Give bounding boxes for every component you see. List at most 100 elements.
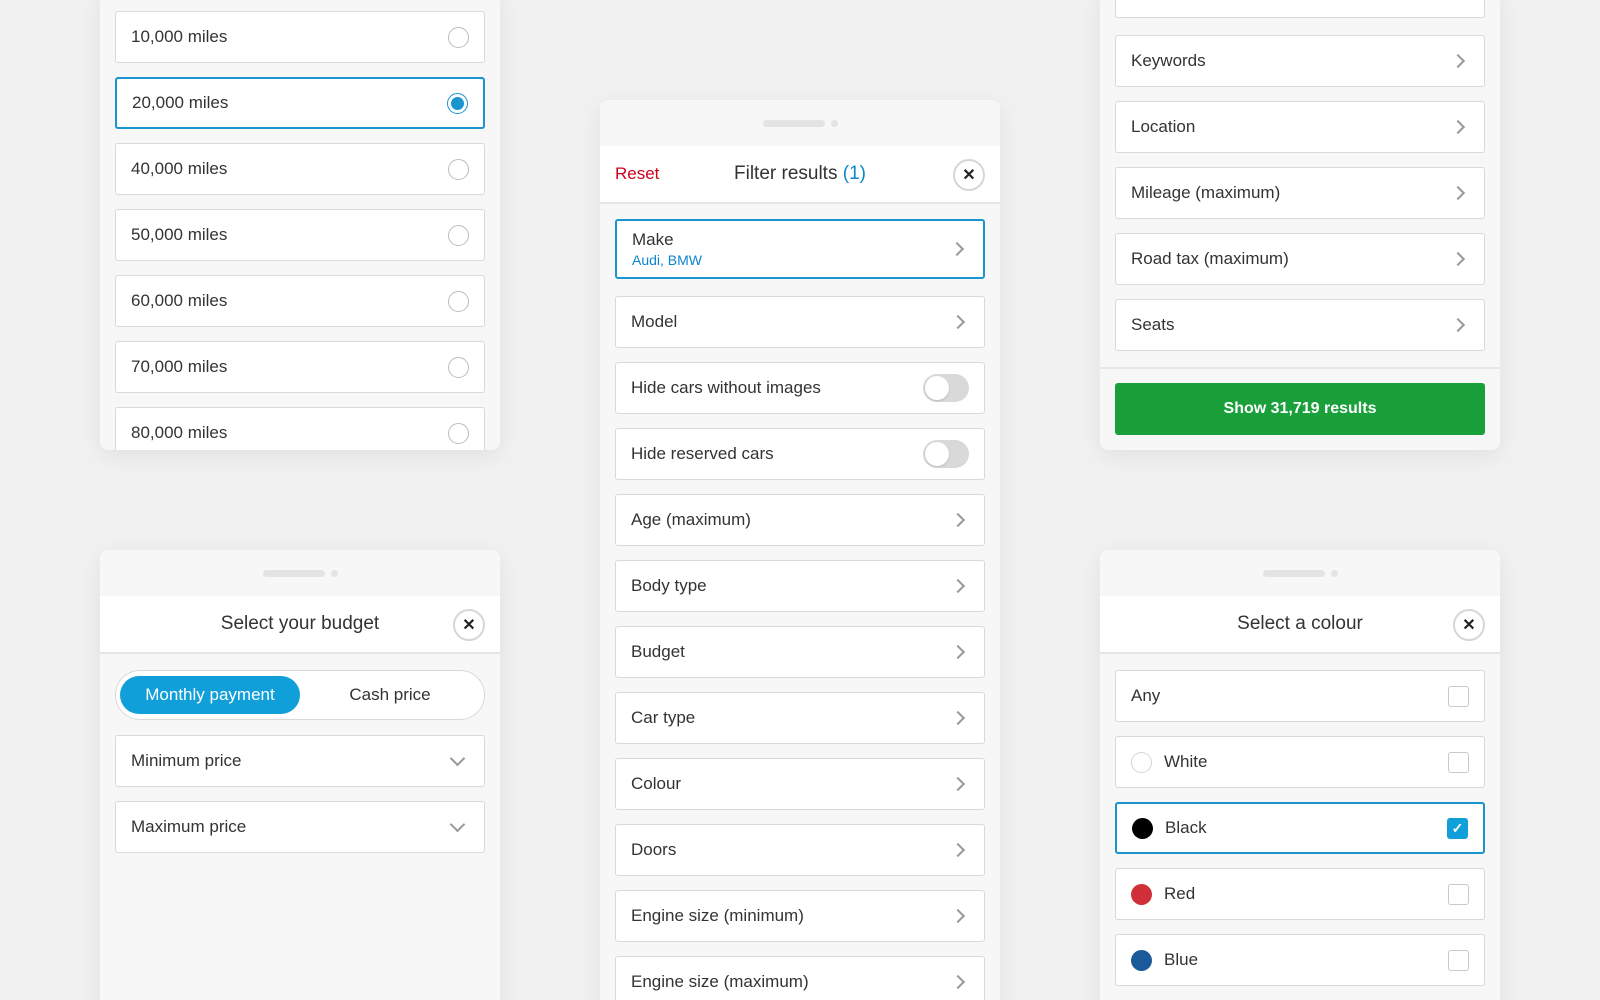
budget-header: Select your budget ✕ bbox=[100, 596, 500, 654]
mileage-option[interactable]: 10,000 miles bbox=[115, 11, 485, 63]
filter-item-label: Keywords bbox=[1131, 51, 1206, 70]
chevron-right-icon bbox=[949, 241, 965, 257]
mileage-option[interactable]: 70,000 miles bbox=[115, 341, 485, 393]
colour-option-red[interactable]: Red bbox=[1115, 868, 1485, 920]
maximum-price-select[interactable]: Maximum price bbox=[115, 801, 485, 853]
model-filter[interactable]: Model bbox=[615, 296, 985, 348]
mileage-option-label: 10,000 miles bbox=[131, 27, 228, 46]
chevron-right-icon bbox=[950, 776, 966, 792]
filter-item-label: Doors bbox=[631, 840, 677, 859]
mileage-option[interactable]: 40,000 miles bbox=[115, 143, 485, 195]
radio-button[interactable] bbox=[448, 356, 469, 378]
chevron-right-icon bbox=[1450, 317, 1466, 333]
checkbox-checked[interactable]: ✓ bbox=[1447, 817, 1468, 839]
blue-swatch bbox=[1131, 949, 1152, 971]
filter-item-body-type[interactable]: Body type bbox=[615, 560, 985, 612]
filter-item-road-tax[interactable]: Road tax (maximum) bbox=[1115, 233, 1485, 285]
red-swatch bbox=[1131, 883, 1152, 905]
checkbox[interactable] bbox=[1448, 685, 1469, 707]
mileage-option-selected[interactable]: 20,000 miles bbox=[115, 77, 485, 129]
colour-panel: Select a colour ✕ Any White Black ✓ Red … bbox=[1100, 550, 1500, 1000]
drag-handle[interactable] bbox=[100, 550, 500, 596]
radio-button[interactable] bbox=[448, 290, 469, 312]
budget-title: Select your budget bbox=[220, 613, 380, 634]
filter-item-engine-min[interactable]: Engine size (minimum) bbox=[615, 890, 985, 942]
minimum-price-label: Minimum price bbox=[131, 751, 242, 770]
checkbox[interactable] bbox=[1448, 751, 1469, 773]
maximum-price-label: Maximum price bbox=[131, 817, 247, 836]
hide-no-images-label: Hide cars without images bbox=[631, 378, 821, 397]
tab-monthly-payment[interactable]: Monthly payment bbox=[120, 676, 300, 714]
colour-option-white[interactable]: White bbox=[1115, 736, 1485, 788]
hide-reserved-toggle[interactable] bbox=[923, 440, 969, 468]
model-label: Model bbox=[631, 312, 678, 331]
colour-option-any[interactable]: Any bbox=[1115, 670, 1485, 722]
filter-item-location[interactable]: Location bbox=[1115, 101, 1485, 153]
filter-item-partial[interactable] bbox=[1115, 0, 1485, 18]
radio-button[interactable] bbox=[448, 224, 469, 246]
colour-option-black[interactable]: Black ✓ bbox=[1115, 802, 1485, 854]
drag-bar bbox=[262, 569, 325, 577]
make-stack: Make Audi, BMW bbox=[632, 230, 952, 268]
filter-title-text: Filter results bbox=[734, 163, 838, 184]
radio-button[interactable] bbox=[448, 422, 469, 444]
filter-header: Reset Filter results (1) ✕ bbox=[600, 146, 1000, 204]
chevron-right-icon bbox=[950, 314, 966, 330]
more-filters-panel: Keywords Location Mileage (maximum) Road… bbox=[1100, 0, 1500, 450]
make-label: Make bbox=[632, 230, 674, 249]
mileage-option-label: 80,000 miles bbox=[131, 423, 228, 442]
reset-button[interactable]: Reset bbox=[615, 164, 659, 184]
drag-handle[interactable] bbox=[600, 100, 1000, 146]
filter-item-colour[interactable]: Colour bbox=[615, 758, 985, 810]
chevron-right-icon bbox=[950, 578, 966, 594]
white-swatch bbox=[1131, 751, 1152, 773]
filter-item-doors[interactable]: Doors bbox=[615, 824, 985, 876]
close-icon[interactable]: ✕ bbox=[453, 609, 485, 641]
colour-option-label: White bbox=[1164, 752, 1208, 771]
divider bbox=[1100, 367, 1500, 369]
close-icon[interactable]: ✕ bbox=[1453, 609, 1485, 641]
make-value: Audi, BMW bbox=[632, 252, 703, 268]
mileage-option[interactable]: 50,000 miles bbox=[115, 209, 485, 261]
radio-button-selected[interactable] bbox=[447, 92, 468, 114]
hide-reserved-row: Hide reserved cars bbox=[615, 428, 985, 480]
mileage-option-label: 70,000 miles bbox=[131, 357, 228, 376]
filter-panel: Reset Filter results (1) ✕ Make Audi, BM… bbox=[600, 100, 1000, 1000]
colour-option-blue[interactable]: Blue bbox=[1115, 934, 1485, 986]
filter-item-car-type[interactable]: Car type bbox=[615, 692, 985, 744]
filter-count: (1) bbox=[842, 163, 866, 184]
chevron-down-icon bbox=[449, 750, 466, 766]
filter-item-age[interactable]: Age (maximum) bbox=[615, 494, 985, 546]
tab-cash-price[interactable]: Cash price bbox=[300, 676, 480, 714]
drag-bar bbox=[762, 119, 825, 127]
mileage-option[interactable]: 60,000 miles bbox=[115, 275, 485, 327]
filter-item-mileage[interactable]: Mileage (maximum) bbox=[1115, 167, 1485, 219]
show-results-button[interactable]: Show 31,719 results bbox=[1115, 383, 1485, 435]
hide-no-images-toggle[interactable] bbox=[923, 374, 969, 402]
filter-item-seats[interactable]: Seats bbox=[1115, 299, 1485, 351]
drag-handle[interactable] bbox=[1100, 550, 1500, 596]
checkbox[interactable] bbox=[1448, 883, 1469, 905]
drag-dot bbox=[330, 569, 338, 577]
filter-item-label: Body type bbox=[631, 576, 707, 595]
drag-dot bbox=[830, 119, 838, 127]
minimum-price-select[interactable]: Minimum price bbox=[115, 735, 485, 787]
colour-option-label: Red bbox=[1164, 884, 1196, 903]
close-icon[interactable]: ✕ bbox=[953, 159, 985, 191]
radio-button[interactable] bbox=[448, 26, 469, 48]
filter-item-label: Mileage (maximum) bbox=[1131, 183, 1281, 202]
filter-title: Filter results (1) bbox=[734, 163, 866, 185]
make-filter[interactable]: Make Audi, BMW bbox=[615, 219, 985, 279]
filter-item-budget[interactable]: Budget bbox=[615, 626, 985, 678]
filter-item-label: Engine size (minimum) bbox=[631, 906, 804, 925]
filter-item-label: Seats bbox=[1131, 315, 1175, 334]
filter-item-label: Road tax (maximum) bbox=[1131, 249, 1289, 268]
radio-button[interactable] bbox=[448, 158, 469, 180]
filter-item-keywords[interactable]: Keywords bbox=[1115, 35, 1485, 87]
mileage-option-label: 20,000 miles bbox=[132, 93, 229, 112]
mileage-option[interactable]: 80,000 miles bbox=[115, 407, 485, 450]
budget-panel: Select your budget ✕ Monthly payment Cas… bbox=[100, 550, 500, 1000]
colour-header: Select a colour ✕ bbox=[1100, 596, 1500, 654]
filter-item-engine-max[interactable]: Engine size (maximum) bbox=[615, 956, 985, 1000]
checkbox[interactable] bbox=[1448, 949, 1469, 971]
